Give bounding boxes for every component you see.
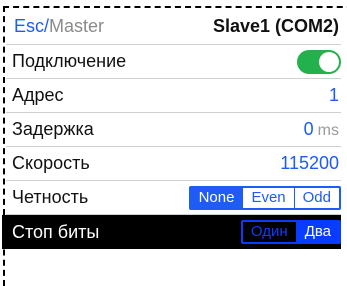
delay-row[interactable]: Задержка 0 ms [6, 113, 341, 147]
delay-label: Задержка [12, 119, 94, 139]
parity-row: Четность None Even Odd [6, 181, 341, 215]
stop-bits-row: Стоп биты Один Два [2, 215, 341, 249]
parity-option-none[interactable]: None [190, 187, 243, 208]
settings-panel: Esc/Master Slave1 (COM2) Подключение Адр… [2, 9, 341, 249]
delay-value: 0 [303, 119, 314, 139]
toggle-knob [319, 51, 339, 72]
header: Esc/Master Slave1 (COM2) [6, 9, 341, 45]
breadcrumb: Esc/Master [6, 16, 104, 37]
speed-value[interactable]: 115200 [280, 153, 341, 174]
connection-row[interactable]: Подключение [6, 45, 341, 79]
stop-bits-option-two[interactable]: Два [295, 222, 339, 242]
esc-button[interactable]: Esc [14, 16, 44, 36]
address-label: Адрес [12, 85, 64, 105]
parity-option-even[interactable]: Even [242, 187, 294, 208]
master-link[interactable]: Master [49, 16, 104, 36]
address-row[interactable]: Адрес 1 [6, 79, 341, 113]
stop-bits-label: Стоп биты [12, 221, 100, 242]
parity-option-odd[interactable]: Odd [293, 187, 339, 208]
speed-label: Скорость [12, 153, 90, 173]
connection-toggle[interactable] [297, 49, 341, 74]
connection-label: Подключение [12, 51, 127, 71]
stop-bits-selector: Один Два [240, 220, 341, 244]
parity-selector: None Even Odd [188, 185, 341, 210]
parity-label: Четность [12, 187, 89, 207]
speed-row[interactable]: Скорость 115200 [6, 147, 341, 181]
device-title: Slave1 (COM2) [212, 16, 339, 36]
stop-bits-option-one[interactable]: Один [242, 222, 296, 242]
delay-value-wrap[interactable]: 0 ms [304, 119, 341, 140]
delay-unit: ms [317, 122, 339, 139]
address-value[interactable]: 1 [329, 85, 341, 106]
